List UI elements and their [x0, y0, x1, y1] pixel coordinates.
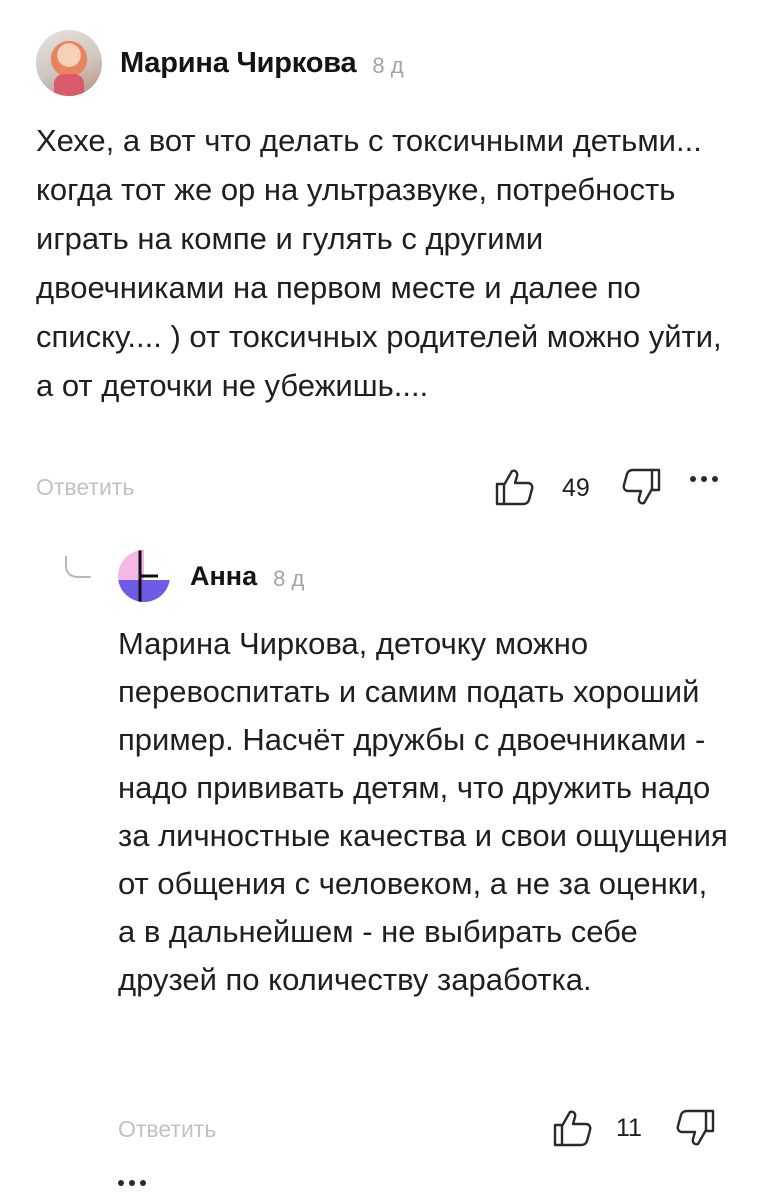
reply-time: 8 д: [273, 566, 305, 591]
comments-screen: Марина Чиркова 8 д Хехе, а вот что делат…: [0, 0, 760, 1200]
avatar[interactable]: [118, 550, 170, 602]
comment-author[interactable]: Марина Чиркова: [120, 47, 357, 80]
thumbs-down-icon[interactable]: [676, 1108, 716, 1148]
reply-button[interactable]: Ответить: [36, 474, 134, 501]
like-count: 49: [562, 474, 590, 502]
reply-text: Марина Чиркова, деточку можно перевоспит…: [118, 626, 728, 997]
comment-header: Марина Чиркова 8 д: [36, 28, 404, 98]
thumbs-up-icon[interactable]: [494, 467, 536, 507]
reply-thread-icon: [65, 556, 91, 578]
reply-button[interactable]: Ответить: [118, 1116, 216, 1143]
thumbs-down-icon[interactable]: [622, 467, 662, 507]
avatar[interactable]: [36, 30, 102, 96]
reply-author[interactable]: Анна: [190, 561, 257, 592]
more-dots-icon[interactable]: [690, 476, 718, 482]
thumbs-up-icon[interactable]: [552, 1108, 594, 1148]
reply-header: Анна 8 д: [118, 548, 304, 604]
like-count: 11: [616, 1114, 642, 1142]
comment-time: 8 д: [372, 53, 404, 78]
comment-text: Хехе, а вот что делать с токсичными деть…: [36, 123, 722, 403]
more-dots-icon[interactable]: [118, 1180, 146, 1186]
